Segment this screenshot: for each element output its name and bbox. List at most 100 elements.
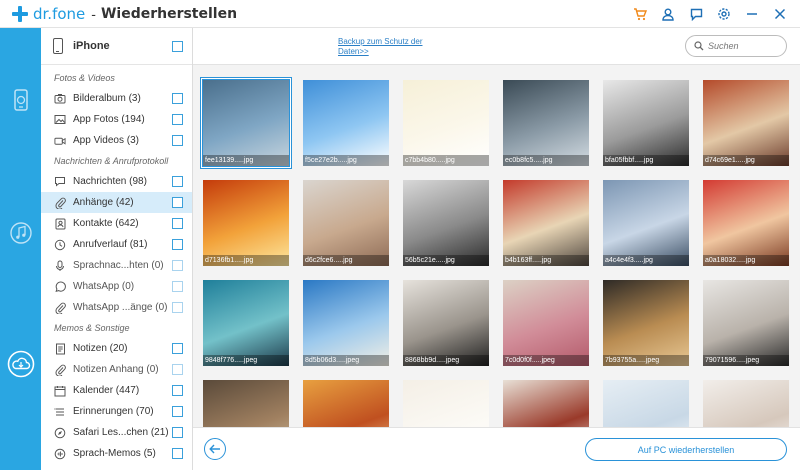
sidebar-item-sprach-memos[interactable]: Sprach-Memos (5) [41,443,192,464]
item-checkbox[interactable] [172,197,183,208]
item-checkbox[interactable] [172,176,183,187]
sidebar-item-nachrichten[interactable]: Nachrichten (98) [41,171,192,192]
photo-thumbnail[interactable]: d7136fb1.....jpg [203,180,289,266]
photo-thumbnail[interactable] [303,380,389,427]
feedback-icon[interactable] [682,0,710,28]
photo-thumbnail[interactable]: c7bb4b80.....jpg [403,80,489,166]
item-checkbox[interactable] [172,260,183,271]
notes-icon [54,343,66,355]
photo-thumbnail[interactable] [403,380,489,427]
whatsapp-icon [54,281,66,293]
photo-thumbnail[interactable]: f5ce27e2b.....jpg [303,80,389,166]
sidebar-item-erinnerungen[interactable]: Erinnerungen (70) [41,401,192,422]
item-checkbox[interactable] [172,385,183,396]
sidebar-item-anhaenge[interactable]: Anhänge (42) [41,192,192,213]
photo-thumbnail[interactable]: fee13139.....jpg [202,79,290,167]
group-title-memos-other: Memos & Sonstige [54,323,130,333]
item-checkbox[interactable] [172,135,183,146]
photo-thumbnail[interactable] [603,380,689,427]
search-box[interactable] [685,35,787,57]
item-checkbox[interactable] [172,93,183,104]
sidebar-item-label: Anrufverlauf (81) [73,239,148,250]
item-checkbox[interactable] [172,239,183,250]
minimize-icon[interactable] [738,0,766,28]
item-checkbox[interactable] [172,281,183,292]
user-icon[interactable] [654,0,682,28]
settings-icon[interactable] [710,0,738,28]
sidebar-item-label: Safari Les...chen (21) [73,427,169,438]
sidebar-item-whatsapp[interactable]: WhatsApp (0) [41,276,192,297]
thumbnail-grid: fee13139.....jpg f5ce27e2b.....jpg c7bb4b8… [193,65,800,427]
sidebar-item-label: Bilderalbum (3) [73,93,141,104]
clock-icon [54,239,66,251]
voice-memo-icon [54,448,66,460]
cart-icon[interactable] [626,0,654,28]
item-checkbox[interactable] [172,218,183,229]
category-panel: iPhone Fotos & Videos Bilderalbum (3) Ap… [41,28,193,470]
photo-thumbnail[interactable] [503,380,589,427]
photo-thumbnail[interactable]: b4b163ff.....jpg [503,180,589,266]
title-separator: - [91,5,96,22]
sidebar-item-kontakte[interactable]: Kontakte (642) [41,213,192,234]
search-input[interactable] [708,41,780,51]
photo-thumbnail[interactable]: 56b5c21e.....jpg [403,180,489,266]
sidebar-item-safari-lesezeichen[interactable]: Safari Les...chen (21) [41,422,192,443]
item-checkbox[interactable] [172,114,183,125]
photo-thumbnail[interactable]: ec0b8fc5.....jpg [503,80,589,166]
restore-to-pc-button[interactable]: Auf PC wiederherstellen [585,438,787,461]
item-checkbox[interactable] [172,343,183,354]
thumbnail-filename: d74c69e1.....jpg [703,155,789,166]
sidebar-item-notizen-anhang[interactable]: Notizen Anhang (0) [41,359,192,380]
photo-thumbnail[interactable]: d6c2fce6.....jpg [303,180,389,266]
sidebar-item-notizen[interactable]: Notizen (20) [41,338,192,359]
app-logo: dr.fone [12,5,85,23]
back-button[interactable] [204,438,226,460]
photo-thumbnail[interactable]: bfa05fbbf.....jpg [603,80,689,166]
sidebar-item-kalender[interactable]: Kalender (447) [41,380,192,401]
thumbnail-filename: ec0b8fc5.....jpg [503,155,589,166]
backup-link[interactable]: Backup zum Schutz der Daten>> [338,37,438,57]
device-name: iPhone [73,40,110,52]
iphone-icon [53,38,63,54]
title-bar: dr.fone - Wiederherstellen [0,0,800,28]
reminder-icon [54,406,66,418]
sidebar-item-label: Erinnerungen (70) [73,406,154,417]
cloud-restore-icon[interactable] [0,334,41,394]
item-checkbox[interactable] [172,364,183,375]
photo-thumbnail[interactable]: 7b93755a.....jpeg [603,280,689,366]
photo-thumbnail[interactable] [203,380,289,427]
photo-thumbnail[interactable]: 9848f776.....jpeg [203,280,289,366]
music-icon[interactable] [0,203,41,263]
sidebar-item-whatsapp-anhaenge[interactable]: WhatsApp ...änge (0) [41,297,192,318]
sidebar-item-label: Notizen (20) [73,343,128,354]
sidebar-item-label: Kalender (447) [73,385,140,396]
sidebar-item-anrufverlauf[interactable]: Anrufverlauf (81) [41,234,192,255]
thumbnail-filename: b4b163ff.....jpg [503,255,589,266]
phone-recover-icon[interactable] [0,70,41,130]
content-toolbar: Backup zum Schutz der Daten>> [193,28,800,65]
sidebar-item-app-videos[interactable]: App Videos (3) [41,130,192,151]
thumbnail-filename: fee13139.....jpg [203,155,289,166]
window-title: Wiederherstellen [100,5,238,22]
photo-thumbnail[interactable]: 79071596.....jpeg [703,280,789,366]
item-checkbox[interactable] [172,448,183,459]
item-checkbox[interactable] [172,406,183,417]
photo-thumbnail[interactable]: a0a18032.....jpg [703,180,789,266]
sidebar-item-app-fotos[interactable]: App Fotos (194) [41,109,192,130]
item-checkbox[interactable] [172,302,183,313]
microphone-icon [54,260,66,272]
sidebar-item-sprachnachrichten[interactable]: Sprachnac...hten (0) [41,255,192,276]
thumbnail-filename: f5ce27e2b.....jpg [303,155,389,166]
photo-thumbnail[interactable]: 7c0d0f0f.....jpeg [503,280,589,366]
sidebar-item-bilderalbum[interactable]: Bilderalbum (3) [41,88,192,109]
select-all-checkbox[interactable] [172,41,183,52]
photo-thumbnail[interactable]: 8d5b06d3.....jpeg [303,280,389,366]
item-checkbox[interactable] [172,427,183,438]
arrow-left-icon [209,444,220,454]
photo-thumbnail[interactable]: d74c69e1.....jpg [703,80,789,166]
photo-thumbnail[interactable]: 8868bb9d.....jpeg [403,280,489,366]
photo-thumbnail[interactable]: a4c4e4f3.....jpg [603,180,689,266]
close-icon[interactable] [766,0,794,28]
thumbnail-filename: d7136fb1.....jpg [203,255,289,266]
photo-thumbnail[interactable] [703,380,789,427]
